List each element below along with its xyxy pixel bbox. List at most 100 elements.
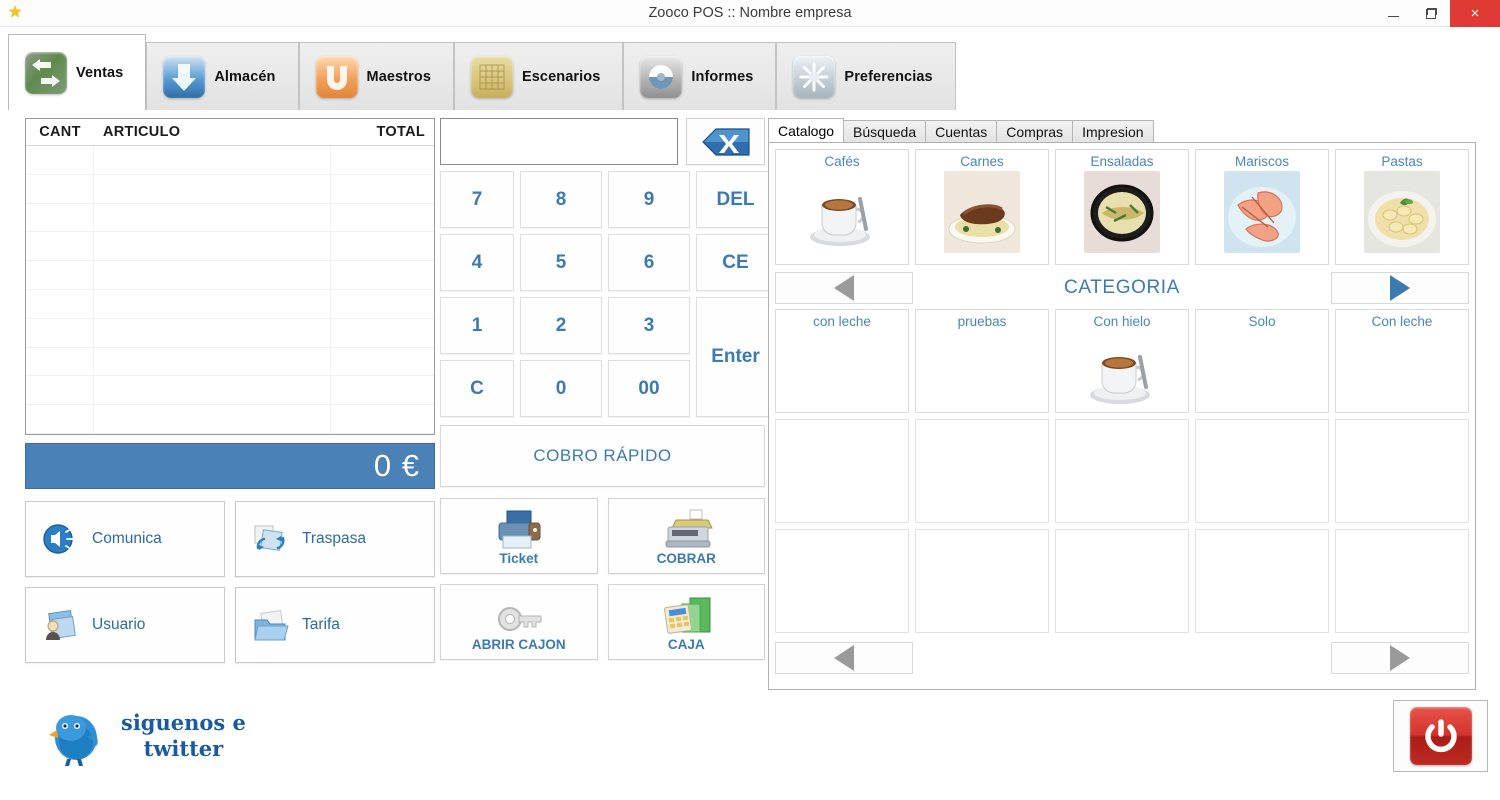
ribbon-tab-informes[interactable]: Informes [623, 42, 777, 110]
restore-button[interactable] [1412, 0, 1450, 27]
abrir-cajon-button[interactable]: ABRIR CAJON [440, 584, 598, 660]
ribbon-tab-almacen[interactable]: Almacén [146, 42, 299, 110]
product-cell[interactable]: pruebas [915, 309, 1049, 413]
salad-bowl-photo [1084, 171, 1160, 253]
star-icon[interactable]: ★ [0, 5, 30, 21]
product-cell[interactable]: Con hielo [1055, 309, 1189, 413]
table-row[interactable] [26, 347, 434, 377]
key-del[interactable]: DEL [696, 171, 775, 228]
title-bar: ★ Zooco POS :: Nombre empresa × [0, 0, 1500, 27]
empty-product-cell[interactable] [775, 419, 909, 523]
table-row[interactable] [26, 318, 434, 348]
empty-product-cell[interactable] [1195, 529, 1329, 633]
ribbon-tab-label: Informes [691, 68, 754, 85]
product-cell[interactable]: con leche [775, 309, 909, 413]
tab-impresion[interactable]: Impresion [1072, 120, 1154, 142]
empty-product-cell[interactable] [915, 419, 1049, 523]
ribbon-tab-maestros[interactable]: Maestros [298, 42, 454, 110]
key-00[interactable]: 00 [608, 360, 690, 417]
twitter-line-2: twitter [143, 736, 224, 761]
empty-product-cell[interactable] [1195, 419, 1329, 523]
twitter-line-1: siguenos e [121, 709, 246, 735]
power-icon [1409, 707, 1472, 765]
backspace-icon [701, 127, 750, 156]
empty-product-cell[interactable] [1055, 419, 1189, 523]
key-ce[interactable]: CE [696, 234, 775, 291]
cell-cant [26, 146, 94, 174]
empty-product-cell[interactable] [1335, 419, 1469, 523]
product-next-button[interactable] [1331, 642, 1469, 674]
category-cell[interactable]: Mariscos [1195, 149, 1329, 265]
ribbon-tab-preferencias[interactable]: Preferencias [776, 42, 956, 110]
category-cell[interactable]: Pastas [1335, 149, 1469, 265]
key-4[interactable]: 4 [440, 234, 514, 291]
key-7[interactable]: 7 [440, 171, 514, 228]
key-enter[interactable]: Enter [696, 297, 775, 417]
table-row[interactable] [26, 146, 434, 175]
ticket-table[interactable]: CANT ARTICULO TOTAL [25, 118, 435, 435]
empty-product-cell[interactable] [1055, 529, 1189, 633]
tab-compras[interactable]: Compras [996, 120, 1074, 142]
table-row[interactable] [26, 405, 434, 434]
product-prev-button[interactable] [775, 642, 913, 674]
usuario-button[interactable]: Usuario [25, 587, 225, 663]
empty-product-cell[interactable] [775, 529, 909, 633]
total-bar: 0 € [25, 443, 435, 489]
tarifa-button[interactable]: Tarifa [235, 587, 435, 663]
cell-articulo [94, 405, 331, 433]
key-1[interactable]: 1 [440, 297, 514, 354]
table-row[interactable] [26, 203, 434, 233]
column-header-articulo: ARTICULO [103, 124, 181, 140]
category-prev-button[interactable] [775, 272, 913, 304]
button-label: Usuario [92, 616, 146, 633]
product-label: pruebas [957, 314, 1007, 329]
table-row[interactable] [26, 289, 434, 319]
category-cell[interactable]: Carnes [915, 149, 1049, 265]
ribbon-tab-ventas[interactable]: Ventas [8, 34, 147, 110]
category-label: Pastas [1381, 154, 1423, 169]
tab-bsqueda[interactable]: Búsqueda [843, 120, 927, 142]
power-off-button[interactable] [1393, 700, 1488, 772]
key-c[interactable]: C [440, 360, 514, 417]
keypad-display[interactable] [440, 118, 678, 165]
close-button[interactable]: × [1450, 0, 1500, 27]
key-6[interactable]: 6 [608, 234, 690, 291]
cell-articulo [94, 146, 331, 174]
traspasa-button[interactable]: Traspasa [235, 501, 435, 577]
ribbon-tab-label: Escenarios [521, 68, 601, 85]
product-cell[interactable]: Solo [1195, 309, 1329, 413]
tab-cuentas[interactable]: Cuentas [925, 120, 998, 142]
category-next-button[interactable] [1331, 272, 1469, 304]
tab-catalogo[interactable]: Catalogo [768, 118, 845, 142]
table-row[interactable] [26, 232, 434, 262]
chevron-left-icon [834, 275, 854, 301]
quick-charge-button[interactable]: COBRO RÁPIDO [440, 425, 765, 487]
ticket-button[interactable]: Ticket [440, 498, 598, 574]
empty-product-cell[interactable] [915, 529, 1049, 633]
cell-total [331, 405, 434, 433]
comunica-button[interactable]: Comunica [25, 501, 225, 577]
key-5[interactable]: 5 [520, 234, 602, 291]
minimize-button[interactable] [1374, 0, 1412, 27]
backspace-button[interactable] [686, 118, 765, 165]
category-cell[interactable]: Ensaladas [1055, 149, 1189, 265]
empty-product-cell[interactable] [1335, 529, 1469, 633]
calculator-folder-icon [660, 592, 712, 636]
caja-button[interactable]: CAJA [607, 584, 765, 660]
table-row[interactable] [26, 261, 434, 290]
key-0[interactable]: 0 [520, 360, 602, 417]
key-8[interactable]: 8 [520, 171, 602, 228]
cobrar-button[interactable]: COBRAR [607, 498, 765, 574]
ribbon-tab-label: Almacén [214, 68, 276, 85]
category-cell[interactable]: Cafés [775, 149, 909, 265]
ribbon-tab-escenarios[interactable]: Escenarios [453, 42, 624, 110]
table-row[interactable] [26, 174, 434, 204]
product-cell[interactable]: Con leche [1335, 309, 1469, 413]
table-row[interactable] [26, 376, 434, 406]
twitter-follow-link[interactable]: siguenos e twitter [45, 704, 246, 768]
key-9[interactable]: 9 [608, 171, 690, 228]
category-label: Ensaladas [1090, 154, 1154, 169]
key-2[interactable]: 2 [520, 297, 602, 354]
footer: siguenos e twitter [0, 690, 1500, 800]
key-3[interactable]: 3 [608, 297, 690, 354]
